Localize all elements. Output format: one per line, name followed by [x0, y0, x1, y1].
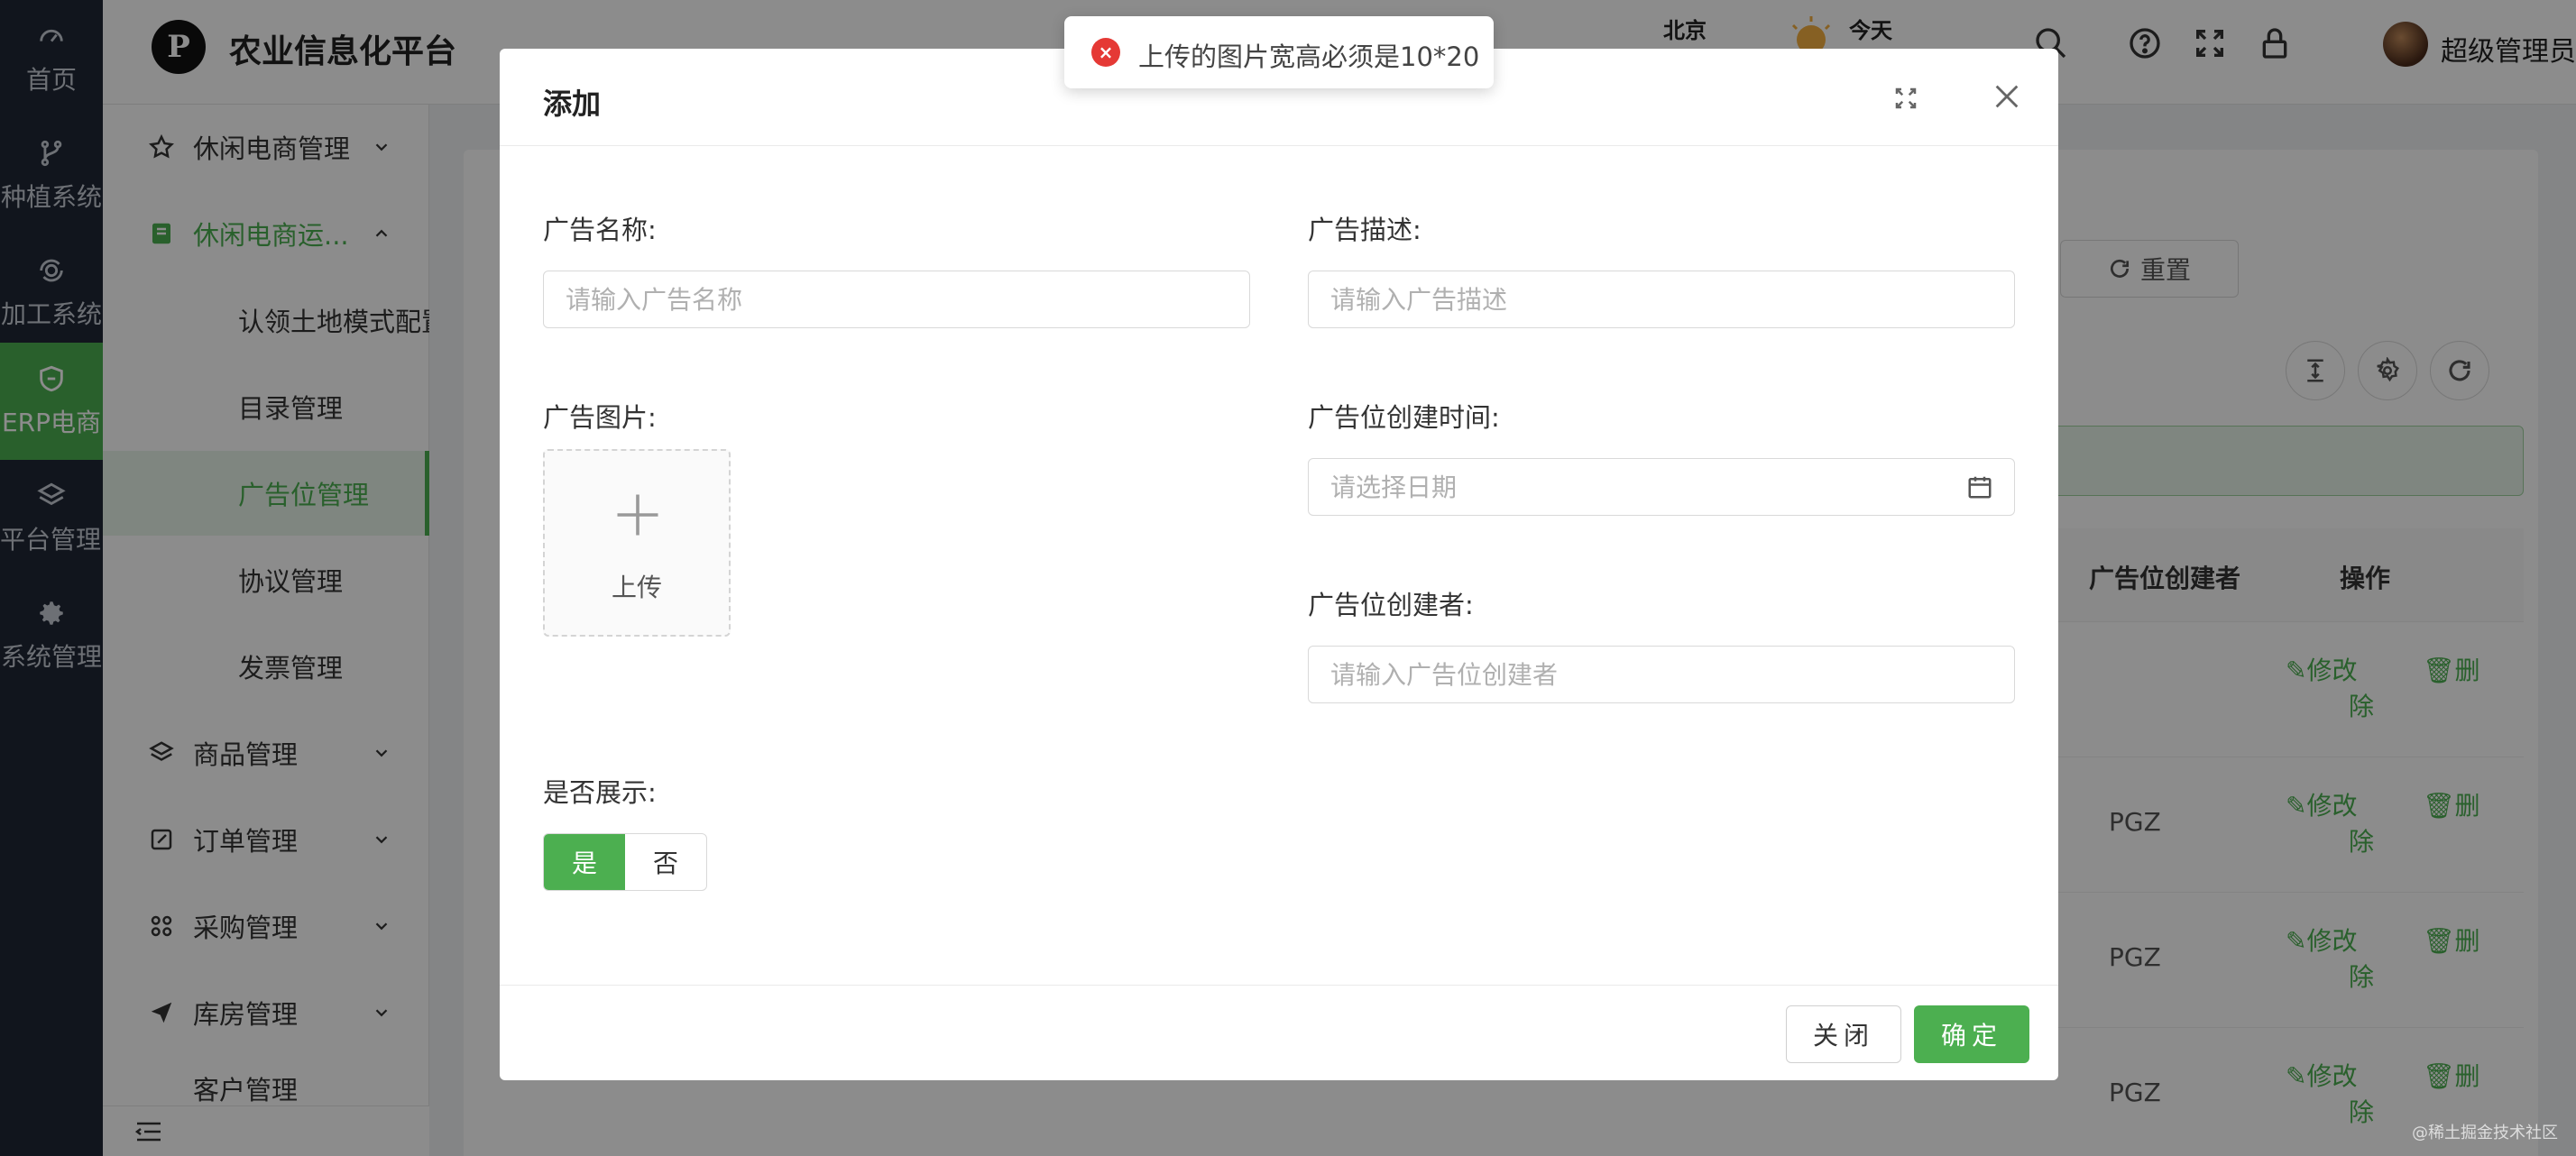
creator-label: 广告位创建者:	[1308, 590, 1474, 620]
error-icon: ×	[1091, 38, 1120, 67]
show-no-option[interactable]: 否	[625, 834, 706, 890]
add-dialog: 添加 广告名称: 广告描述: 广告图片: 上传 广告位创建时间: 广告位创建者:…	[500, 49, 2058, 1080]
creator-input[interactable]	[1308, 646, 2015, 703]
close-icon[interactable]	[1992, 81, 2022, 112]
ad-desc-input[interactable]	[1308, 271, 2015, 328]
confirm-button[interactable]: 确定	[1914, 1005, 2029, 1063]
show-label: 是否展示:	[543, 777, 657, 808]
calendar-icon[interactable]	[1966, 473, 1993, 500]
ad-image-label: 广告图片:	[543, 402, 657, 433]
toast-message: 上传的图片宽高必须是10*20	[1138, 41, 1480, 72]
watermark: @稀土掘金技术社区	[2412, 1124, 2558, 1142]
ad-name-label: 广告名称:	[543, 215, 657, 245]
close-button[interactable]: 关闭	[1786, 1005, 1901, 1063]
ad-name-input[interactable]	[543, 271, 1250, 328]
dialog-footer: 关闭 确定	[500, 985, 2058, 1080]
dialog-title: 添加	[543, 87, 602, 121]
error-toast: × 上传的图片宽高必须是10*20	[1064, 16, 1494, 88]
plus-icon	[617, 494, 658, 536]
show-yes-option[interactable]: 是	[544, 834, 625, 890]
ad-desc-label: 广告描述:	[1308, 215, 1421, 245]
show-toggle: 是 否	[543, 833, 707, 891]
created-time-label: 广告位创建时间:	[1308, 402, 1500, 433]
image-upload[interactable]: 上传	[543, 449, 731, 637]
created-time-picker[interactable]	[1308, 458, 2015, 516]
upload-label: 上传	[611, 573, 662, 602]
fullscreen-icon[interactable]	[1892, 85, 1919, 112]
